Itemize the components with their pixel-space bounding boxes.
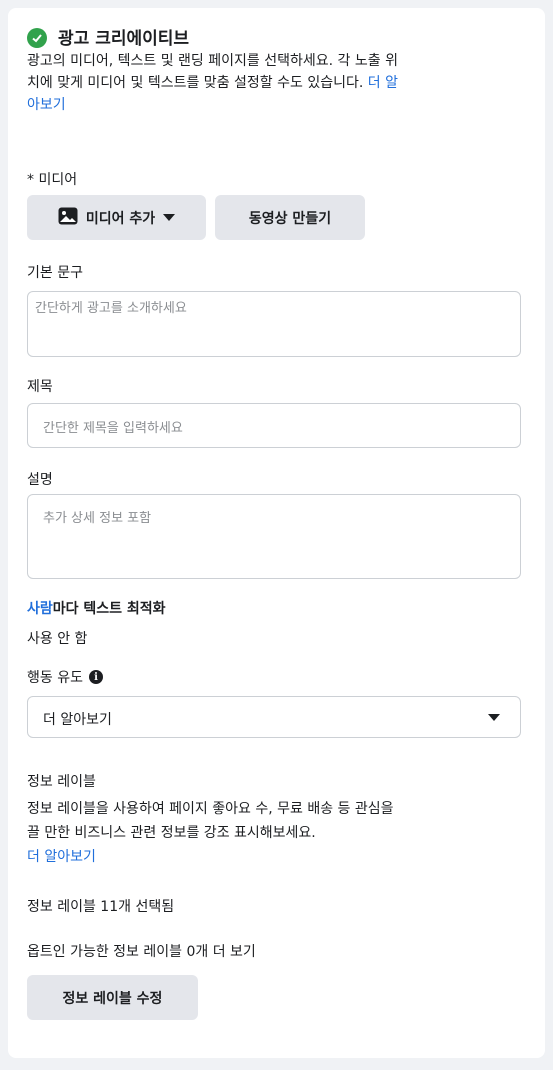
optimization-link[interactable]: 사람 — [27, 601, 53, 617]
learn-more-link-b[interactable]: 아보기 — [27, 94, 527, 116]
optimization-title: 사람마다 텍스트 최적화 — [27, 601, 166, 617]
learn-more-link-a[interactable]: 더 알 — [368, 75, 398, 91]
description-placeholder: 추가 상세 정보 포함 — [43, 511, 152, 526]
cta-select[interactable]: 더 알아보기 — [27, 696, 521, 738]
description-input[interactable]: 추가 상세 정보 포함 — [27, 494, 521, 579]
description-label: 설명 — [27, 472, 53, 488]
edit-info-labels-button[interactable]: 정보 레이블 수정 — [27, 975, 198, 1020]
info-labels-selected: 정보 레이블 11개 선택됨 — [27, 899, 175, 915]
media-label: * 미디어 — [27, 172, 78, 188]
info-labels-description: 정보 레이블을 사용하여 페이지 좋아요 수, 무료 배송 등 관심을 끌 만한… — [27, 797, 527, 869]
add-media-button[interactable]: 미디어 추가 — [27, 195, 206, 240]
description-line-1: 광고의 미디어, 텍스트 및 랜딩 페이지를 선택하세요. 각 노출 위 — [27, 53, 398, 69]
description-line-2: 치에 맞게 미디어 및 텍스트를 맞춤 설정할 수도 있습니다. 더 알 — [27, 75, 398, 91]
add-media-label: 미디어 추가 — [85, 210, 156, 227]
create-video-button[interactable]: 동영상 만들기 — [215, 195, 365, 240]
primary-text-label: 기본 문구 — [27, 265, 83, 281]
info-icon[interactable]: i — [88, 670, 103, 684]
headline-input[interactable]: 간단한 제목을 입력하세요 — [27, 403, 521, 448]
info-labels-learn-more-link[interactable]: 더 알아보기 — [27, 845, 527, 869]
headline-placeholder: 간단한 제목을 입력하세요 — [43, 421, 183, 436]
info-labels-optin: 옵트인 가능한 정보 레이블 0개 더 보기 — [27, 944, 256, 960]
info-labels-desc-line-2: 끌 만한 비즈니스 관련 정보를 강조 표시해보세요. — [27, 825, 316, 841]
section-title: 광고 크리에이티브 — [58, 29, 190, 49]
primary-text-placeholder: 간단하게 광고를 소개하세요 — [35, 301, 187, 316]
caret-down-icon — [163, 214, 176, 221]
section-description: 광고의 미디어, 텍스트 및 랜딩 페이지를 선택하세요. 각 노출 위 치에 … — [27, 50, 527, 116]
ad-creative-card: 광고 크리에이티브 광고의 미디어, 텍스트 및 랜딩 페이지를 선택하세요. … — [8, 8, 545, 1058]
cta-selected: 더 알아보기 — [43, 712, 112, 728]
caret-down-icon — [488, 714, 500, 721]
info-labels-title: 정보 레이블 — [27, 774, 96, 790]
headline-label: 제목 — [27, 379, 53, 395]
check-circle-icon — [27, 28, 47, 48]
primary-text-input[interactable]: 간단하게 광고를 소개하세요 — [27, 291, 521, 357]
info-labels-desc-line-1: 정보 레이블을 사용하여 페이지 좋아요 수, 무료 배송 등 관심을 — [27, 801, 394, 817]
cta-label: 행동 유도 i — [27, 667, 103, 687]
optimization-value: 사용 안 함 — [27, 631, 88, 647]
image-icon — [58, 207, 78, 229]
